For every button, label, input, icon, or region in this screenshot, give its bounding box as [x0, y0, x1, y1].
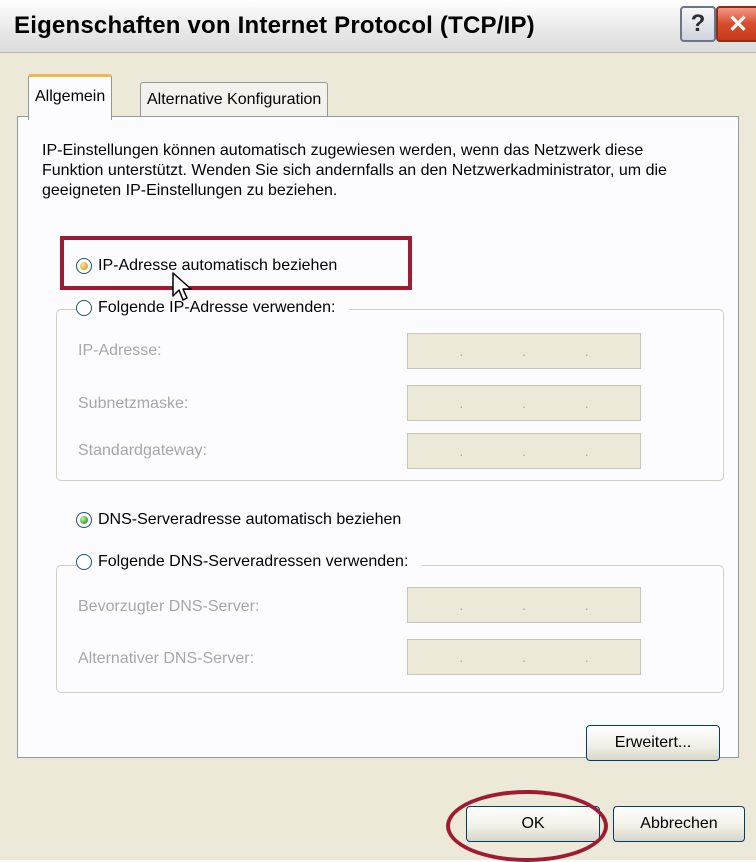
tab-strip: Allgemein Alternative Konfiguration — [0, 74, 756, 120]
dns-manual-label: Folgende DNS-Serveradressen verwenden: — [98, 553, 409, 570]
mouse-cursor-icon — [172, 272, 192, 301]
intro-text: IP-Einstellungen können automatisch zuge… — [42, 142, 667, 199]
default-gateway-label: Standardgateway: — [78, 442, 207, 459]
radio-unchecked-icon — [76, 300, 92, 316]
alternate-dns-label: Alternativer DNS-Server: — [78, 650, 255, 667]
cancel-button[interactable]: Abbrechen — [613, 806, 745, 842]
subnet-mask-label: Subnetzmaske: — [78, 395, 189, 412]
help-button[interactable]: ? — [680, 6, 716, 42]
tab-allgemein[interactable]: Allgemein — [28, 74, 113, 120]
tab-alternative-konfiguration[interactable]: Alternative Konfiguration — [140, 82, 329, 117]
close-button[interactable]: ✕ — [716, 6, 756, 42]
default-gateway-input[interactable]: ... — [407, 433, 641, 469]
radio-unchecked-icon — [76, 554, 92, 570]
preferred-dns-input[interactable]: ... — [407, 587, 641, 623]
tcpip-properties-dialog: Eigenschaften von Internet Protocol (TCP… — [0, 0, 756, 862]
help-icon: ? — [690, 10, 706, 37]
window-title: Eigenschaften von Internet Protocol (TCP… — [14, 12, 535, 39]
ip-manual-radio[interactable]: Folgende IP-Adresse verwenden: — [76, 299, 350, 317]
preferred-dns-label: Bevorzugter DNS-Server: — [78, 598, 260, 615]
advanced-button[interactable]: Erweitert... — [586, 725, 720, 761]
radio-checked-icon — [76, 512, 92, 528]
dns-manual-radio[interactable]: Folgende DNS-Serveradressen verwenden: — [76, 553, 423, 571]
ip-manual-label: Folgende IP-Adresse verwenden: — [98, 299, 336, 316]
ip-address-label: IP-Adresse: — [78, 342, 162, 359]
highlight-rectangle — [60, 236, 412, 290]
close-icon: ✕ — [727, 10, 749, 38]
title-bar[interactable]: Eigenschaften von Internet Protocol (TCP… — [0, 0, 756, 53]
ip-address-input[interactable]: ... — [407, 333, 641, 369]
alternate-dns-input[interactable]: ... — [407, 639, 641, 675]
dns-auto-radio[interactable]: DNS-Serveradresse automatisch beziehen — [76, 511, 401, 529]
subnet-mask-input[interactable]: ... — [407, 385, 641, 421]
dns-auto-label: DNS-Serveradresse automatisch beziehen — [98, 511, 402, 528]
tab-panel-allgemein: IP-Einstellungen können automatisch zuge… — [17, 116, 739, 761]
highlight-ellipse — [446, 790, 608, 862]
